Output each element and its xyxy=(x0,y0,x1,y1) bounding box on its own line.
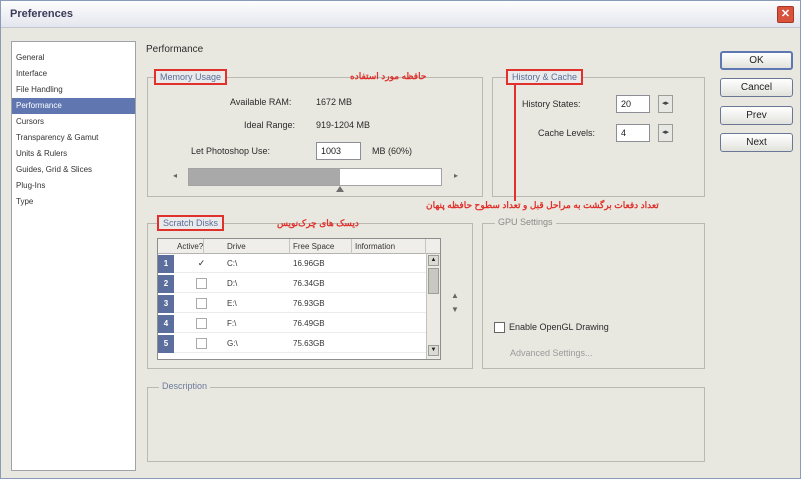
table-scrollbar[interactable]: ▲ ▼ xyxy=(426,254,440,359)
column-free-space[interactable]: Free Space xyxy=(290,239,352,254)
row-number: 1 xyxy=(158,255,174,273)
active-checkbox[interactable] xyxy=(196,318,207,329)
preferences-category-list: General Interface File Handling Performa… xyxy=(11,41,136,471)
cache-levels-input[interactable]: 4 xyxy=(616,124,650,142)
slider-fill xyxy=(189,169,341,185)
active-checkbox[interactable] xyxy=(196,298,207,309)
scratch-annotation: دیسک های چرک‌نویس xyxy=(277,218,359,228)
active-checkbox[interactable] xyxy=(196,338,207,349)
cache-levels-stepper[interactable]: ◂▸ xyxy=(658,124,673,142)
free-space-cell: 75.63GB xyxy=(293,339,325,348)
slider-left-arrow-icon[interactable]: ◂ xyxy=(173,171,177,180)
annotation-pointer-line xyxy=(514,85,516,201)
table-row[interactable]: 3 E:\ 76.93GB xyxy=(158,295,426,313)
history-states-label: History States: xyxy=(522,99,581,109)
sidebar-item-cursors[interactable]: Cursors xyxy=(12,114,135,130)
check-icon: ✓ xyxy=(197,258,206,268)
gpu-settings-legend: GPU Settings xyxy=(495,217,556,227)
sidebar-item-transparency-gamut[interactable]: Transparency & Gamut xyxy=(12,130,135,146)
table-row[interactable]: 5 G:\ 75.63GB xyxy=(158,335,426,353)
ideal-range-label: Ideal Range: xyxy=(244,120,296,130)
next-button[interactable]: Next xyxy=(720,133,793,152)
available-ram-value: 1672 MB xyxy=(316,97,353,107)
free-space-cell: 76.34GB xyxy=(293,279,325,288)
row-number: 2 xyxy=(158,275,174,293)
close-icon: ✕ xyxy=(780,8,791,20)
memory-percent-label: MB (60%) xyxy=(372,146,413,156)
sidebar-item-plug-ins[interactable]: Plug-Ins xyxy=(12,178,135,194)
close-button[interactable]: ✕ xyxy=(777,6,794,23)
drive-cell: E:\ xyxy=(227,299,237,308)
drive-cell: C:\ xyxy=(227,259,238,268)
page-title: Performance xyxy=(146,44,204,55)
sidebar-item-guides-grid-slices[interactable]: Guides, Grid & Slices xyxy=(12,162,135,178)
active-checkbox[interactable]: ✓ xyxy=(196,258,207,269)
row-number: 5 xyxy=(158,335,174,353)
table-row[interactable]: 2 D:\ 76.34GB xyxy=(158,275,426,293)
prev-button[interactable]: Prev xyxy=(720,106,793,125)
row-number: 4 xyxy=(158,315,174,333)
drive-cell: G:\ xyxy=(227,339,238,348)
available-ram-label: Available RAM: xyxy=(230,97,292,107)
title-bar: Preferences ✕ xyxy=(1,1,800,28)
row-number: 3 xyxy=(158,295,174,313)
sidebar-item-units-rulers[interactable]: Units & Rulers xyxy=(12,146,135,162)
window-title: Preferences xyxy=(10,8,73,20)
table-header: Active? Drive Free Space Information xyxy=(158,239,440,254)
enable-opengl-label: Enable OpenGL Drawing xyxy=(509,322,609,332)
memory-amount-input[interactable]: 1003 xyxy=(316,142,361,160)
scratch-disks-table: Active? Drive Free Space Information 1 ✓… xyxy=(157,238,441,360)
move-up-icon[interactable]: ▲ xyxy=(451,291,459,300)
free-space-cell: 76.93GB xyxy=(293,299,325,308)
sidebar-item-file-handling[interactable]: File Handling xyxy=(12,82,135,98)
description-legend: Description xyxy=(159,381,211,391)
sidebar-item-general[interactable]: General xyxy=(12,50,135,66)
ok-button[interactable]: OK xyxy=(720,51,793,70)
sidebar-item-interface[interactable]: Interface xyxy=(12,66,135,82)
history-states-input[interactable]: 20 xyxy=(616,95,650,113)
move-down-icon[interactable]: ▼ xyxy=(451,305,459,314)
description-group xyxy=(147,387,705,462)
drive-cell: F:\ xyxy=(227,319,237,328)
history-cache-legend: History & Cache xyxy=(506,69,584,85)
memory-annotation: حافظه مورد استفاده xyxy=(350,71,427,81)
scroll-thumb[interactable] xyxy=(428,268,439,294)
drive-cell: D:\ xyxy=(227,279,238,288)
preferences-dialog: Preferences ✕ General Interface File Han… xyxy=(0,0,801,479)
cancel-button[interactable]: Cancel xyxy=(720,78,793,97)
active-checkbox[interactable] xyxy=(196,278,207,289)
free-space-cell: 16.96GB xyxy=(293,259,325,268)
enable-opengl-checkbox[interactable] xyxy=(494,322,505,333)
let-photoshop-use-label: Let Photoshop Use: xyxy=(191,146,271,156)
history-cache-group xyxy=(492,77,705,197)
table-row[interactable]: 1 ✓ C:\ 16.96GB xyxy=(158,255,426,273)
memory-usage-legend: Memory Usage xyxy=(154,69,228,85)
column-drive[interactable]: Drive xyxy=(224,239,290,254)
cache-levels-label: Cache Levels: xyxy=(538,128,596,138)
scroll-down-arrow-icon[interactable]: ▼ xyxy=(428,345,439,356)
slider-right-arrow-icon[interactable]: ▸ xyxy=(454,171,458,180)
free-space-cell: 76.49GB xyxy=(293,319,325,328)
sidebar-item-performance[interactable]: Performance xyxy=(12,98,135,114)
scroll-up-arrow-icon[interactable]: ▲ xyxy=(428,255,439,266)
memory-slider[interactable] xyxy=(188,168,442,192)
advanced-settings-button[interactable]: Advanced Settings... xyxy=(510,348,593,358)
scratch-disks-legend: Scratch Disks xyxy=(157,215,225,231)
table-row[interactable]: 4 F:\ 76.49GB xyxy=(158,315,426,333)
history-states-stepper[interactable]: ◂▸ xyxy=(658,95,673,113)
slider-thumb[interactable] xyxy=(336,186,345,192)
ideal-range-value: 919-1204 MB xyxy=(316,120,371,130)
column-information[interactable]: Information xyxy=(352,239,426,254)
history-annotation: تعداد دفعات برگشت به مراحل قبل و تعداد س… xyxy=(426,200,659,210)
sidebar-item-type[interactable]: Type xyxy=(12,194,135,210)
column-active[interactable]: Active? xyxy=(174,239,204,254)
